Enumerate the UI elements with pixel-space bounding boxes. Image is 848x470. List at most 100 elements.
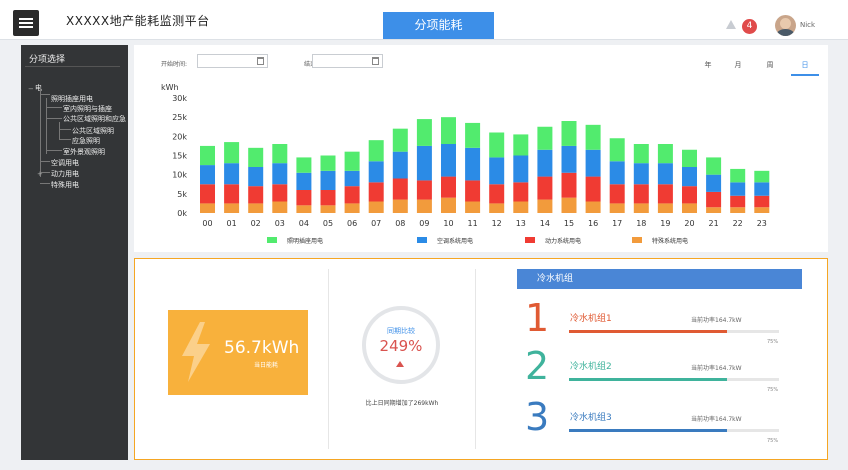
x-tick-label: 20 — [684, 219, 694, 228]
chiller-units-header: 冷水机组 — [517, 269, 802, 289]
bar-segment — [392, 151, 408, 179]
x-tick-label: 22 — [733, 219, 743, 228]
bar-segment — [416, 199, 432, 213]
unit-name: 冷水机组2 — [570, 362, 612, 372]
daily-energy-card: 56.7kWh 当日能耗 — [168, 310, 308, 395]
bar-segment — [682, 203, 697, 213]
bar-segment — [513, 182, 529, 202]
unit-number: 2 — [525, 344, 550, 388]
bar-segment — [465, 180, 481, 202]
legend-label: 空调系统用电 — [437, 237, 473, 245]
tree-item[interactable]: 公共区域照明和应急 — [63, 114, 126, 124]
unit-progress-fill — [569, 378, 727, 381]
app-title: XXXXX地产能耗监测平台 — [66, 14, 210, 28]
bar-segment — [248, 167, 264, 187]
tab-sub-item-energy[interactable]: 分项能耗 — [383, 12, 494, 39]
unit-progress-track — [569, 429, 779, 432]
bar-segment — [224, 142, 240, 164]
bar-segment — [682, 167, 697, 187]
bar-segment — [416, 145, 432, 181]
tree-item[interactable]: 照明插座用电 — [51, 94, 93, 104]
notification-badge[interactable]: 4 — [742, 19, 757, 34]
y-tick-label: 0k — [177, 209, 187, 218]
x-tick-label: 16 — [588, 219, 598, 228]
tree-item[interactable]: 动力用电 — [51, 169, 79, 179]
bar-segment — [296, 190, 312, 206]
user-name[interactable]: Nick — [800, 21, 815, 29]
bar-segment — [344, 151, 360, 171]
lightning-icon — [182, 322, 210, 382]
bar-segment — [272, 201, 288, 213]
bar-segment — [585, 124, 601, 150]
bar-segment — [320, 205, 336, 213]
unit-power: 当前功率164.7kW — [691, 416, 742, 423]
bar-segment — [730, 195, 746, 208]
unit-progress-fill — [569, 330, 727, 333]
daily-energy-value: 56.7kWh — [224, 338, 300, 358]
tree-item[interactable]: 室外景观照明 — [63, 147, 105, 157]
unit-power: 当前功率164.7kW — [691, 317, 742, 324]
collapse-icon[interactable]: − — [28, 85, 34, 93]
bar-segment — [392, 199, 408, 213]
bar-segment — [416, 119, 432, 146]
tree-connector — [46, 107, 62, 108]
x-tick-label: 08 — [395, 219, 405, 228]
divider — [25, 66, 120, 67]
tree-item[interactable]: 特殊用电 — [51, 180, 79, 190]
bar-segment — [344, 203, 360, 213]
legend-label: 特殊系统用电 — [652, 237, 688, 245]
expand-icon[interactable]: + — [37, 170, 43, 178]
bar-segment — [706, 157, 722, 175]
bar-segment — [513, 201, 529, 213]
top-header: XXXXX地产能耗监测平台 分项能耗 4 Nick — [0, 0, 848, 40]
x-tick-label: 21 — [709, 219, 719, 228]
menu-icon[interactable] — [13, 10, 39, 36]
bar-segment — [609, 161, 625, 185]
daily-energy-label: 当日能耗 — [254, 362, 279, 369]
y-tick-label: 30k — [172, 94, 187, 103]
bar-segment — [706, 191, 722, 208]
avatar[interactable] — [775, 15, 796, 36]
bar-segment — [657, 144, 673, 164]
x-tick-label: 19 — [660, 219, 670, 228]
x-tick-label: 11 — [468, 219, 478, 228]
tree-connector — [40, 94, 50, 95]
tree-item[interactable]: 应急照明 — [72, 136, 100, 146]
tree-item[interactable]: 室内照明与插座 — [63, 104, 112, 114]
legend-swatch — [267, 237, 277, 243]
x-tick-label: 06 — [347, 219, 357, 228]
legend-label: 动力系统用电 — [545, 237, 581, 245]
sidebar: 分项选择 电照明插座用电 室内照明与插座 公共区域照明和应急 公共区域照明 应急照明 室外… — [21, 45, 128, 460]
bar-segment — [200, 203, 215, 213]
tree-item[interactable]: 空调用电 — [51, 158, 79, 168]
bar-segment — [416, 180, 432, 200]
x-tick-label: 17 — [612, 219, 622, 228]
x-tick-label: 15 — [564, 219, 574, 228]
y-tick-label: 25k — [172, 113, 187, 122]
x-tick-label: 23 — [757, 219, 767, 228]
comparison-ring: 同期比较 249% — [362, 306, 440, 384]
bar-segment — [224, 163, 240, 185]
x-tick-label: 05 — [323, 219, 333, 228]
bar-segment — [224, 184, 240, 204]
bar-segment — [368, 161, 384, 183]
bar-segment — [489, 132, 505, 158]
bar-segment — [441, 144, 456, 177]
arrow-up-icon — [396, 361, 404, 367]
bar-segment — [368, 182, 384, 202]
bar-segment — [224, 203, 240, 213]
tree-item[interactable]: 公共区域照明 — [72, 126, 114, 136]
unit-name: 冷水机组3 — [570, 413, 612, 423]
alert-icon[interactable] — [726, 20, 736, 29]
unit-number: 1 — [525, 296, 550, 340]
bar-segment — [489, 203, 505, 213]
chart-panel: 开始时间: 结束时间: 年 月 周 日 kWh30k25k20k15k10k5k… — [134, 45, 828, 252]
unit-name: 冷水机组1 — [570, 314, 612, 324]
comparison-note: 比上日同期增加了269kWh — [365, 400, 439, 407]
bar-segment — [344, 170, 360, 187]
bar-segment — [609, 138, 625, 162]
comparison-label: 同期比较 — [387, 327, 415, 335]
bar-segment — [657, 163, 673, 185]
unit-percent: 75% — [767, 438, 779, 444]
bar-segment — [657, 184, 673, 204]
